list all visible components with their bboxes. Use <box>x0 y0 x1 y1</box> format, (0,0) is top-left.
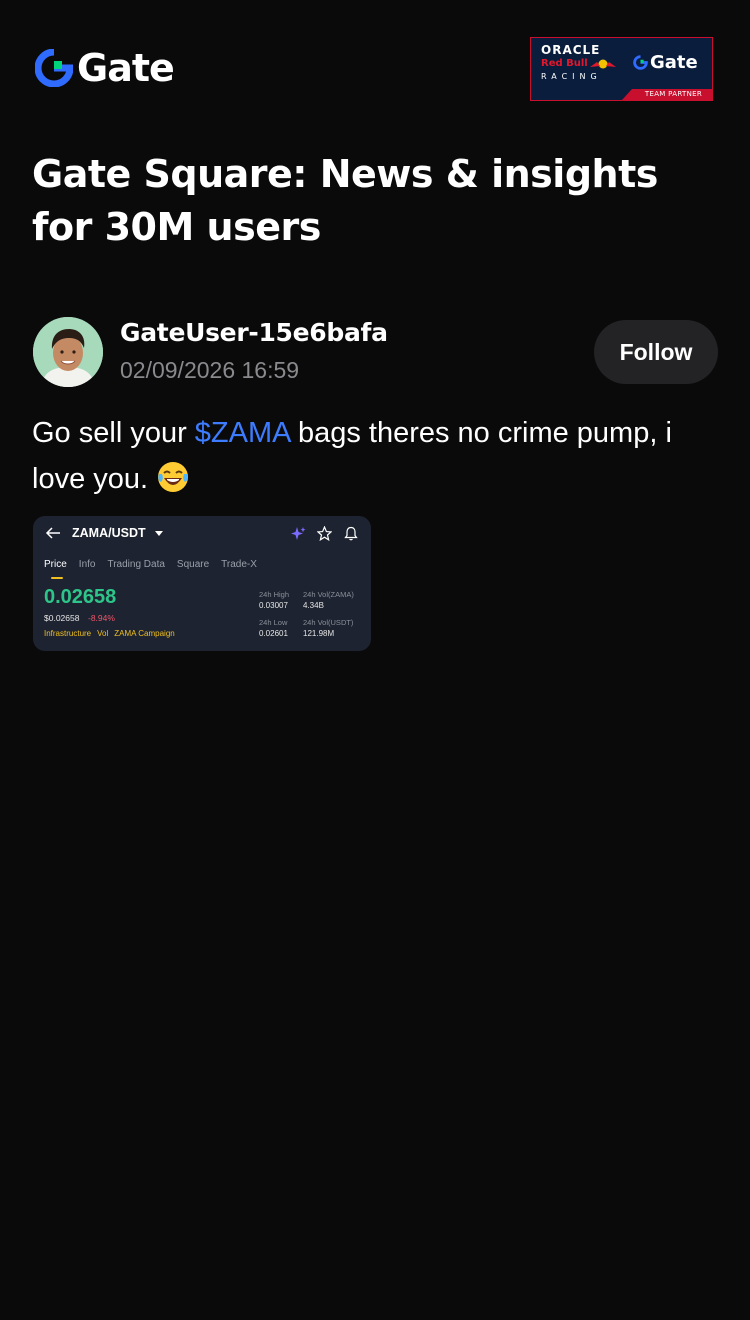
tag-vol: Vol <box>97 629 109 638</box>
page-title: Gate Square: News & insights for 30M use… <box>32 152 658 249</box>
low-label: 24h Low <box>259 618 288 627</box>
partner-racing-text: RACING <box>541 72 602 81</box>
laughing-with-tears-icon <box>158 462 189 492</box>
back-arrow-icon <box>45 527 60 539</box>
tab-price: Price <box>44 559 67 570</box>
price-change: -8.94% <box>88 613 115 623</box>
vol-quote-label: 24h Vol(USDT) <box>303 618 354 627</box>
vol-quote-value: 121.98M <box>303 629 335 638</box>
header: Gate ORACLE Red Bull RACING Gate TEAM PA… <box>0 0 750 130</box>
partner-gate-text: Gate <box>650 52 698 73</box>
bell-icon <box>344 526 358 541</box>
follow-button[interactable]: Follow <box>594 320 718 384</box>
red-bull-logo-icon <box>590 59 616 69</box>
ticker-link[interactable]: $ZAMA <box>195 417 290 449</box>
ai-sparkle-icon <box>291 527 306 540</box>
partner-oracle-text: ORACLE <box>541 43 601 57</box>
avatar[interactable] <box>33 317 103 387</box>
vol-base-label: 24h Vol(ZAMA) <box>303 590 354 599</box>
active-tab-indicator <box>51 577 63 579</box>
tab-trading-data: Trading Data <box>107 559 165 570</box>
vol-base-value: 4.34B <box>303 601 324 610</box>
image-tabs: Price Info Trading Data Square Trade-X <box>44 559 257 570</box>
tag-list: Infrastructure Vol ZAMA Campaign <box>44 629 175 638</box>
avatar-image <box>33 317 103 387</box>
post-text: Go sell your $ZAMA bags theres no crime … <box>32 410 722 502</box>
tab-info: Info <box>78 559 96 570</box>
gate-logo-icon <box>35 49 73 87</box>
post-timestamp: 02/09/2026 16:59 <box>120 357 300 383</box>
tag-campaign: ZAMA Campaign <box>114 629 175 638</box>
chevron-down-icon <box>155 531 163 536</box>
post-text-start: Go sell your <box>32 417 195 449</box>
post-image[interactable]: ZAMA/USDT Price Info Trading Data Square… <box>33 516 371 651</box>
author-name[interactable]: GateUser-15e6bafa <box>120 318 388 347</box>
high-value: 0.03007 <box>259 601 288 610</box>
partner-redbull-text: Red Bull <box>541 58 588 69</box>
partner-banner[interactable]: ORACLE Red Bull RACING Gate TEAM PARTNER <box>530 37 713 101</box>
partner-gate-brand: Gate <box>633 52 698 73</box>
gate-logo[interactable]: Gate <box>35 46 175 90</box>
tag-infrastructure: Infrastructure <box>44 629 92 638</box>
tab-square: Square <box>176 559 210 570</box>
team-partner-strip: TEAM PARTNER <box>622 89 712 100</box>
last-price: 0.02658 <box>44 586 117 608</box>
star-icon <box>317 526 332 541</box>
usd-price: $0.02658 <box>44 613 80 623</box>
low-value: 0.02601 <box>259 629 288 638</box>
high-label: 24h High <box>259 590 290 599</box>
tab-trade-x: Trade-X <box>221 559 257 570</box>
gate-logo-icon <box>633 55 648 70</box>
trading-pair: ZAMA/USDT <box>72 526 146 540</box>
logo-text: Gate <box>77 46 175 90</box>
team-partner-label: TEAM PARTNER <box>644 90 702 98</box>
